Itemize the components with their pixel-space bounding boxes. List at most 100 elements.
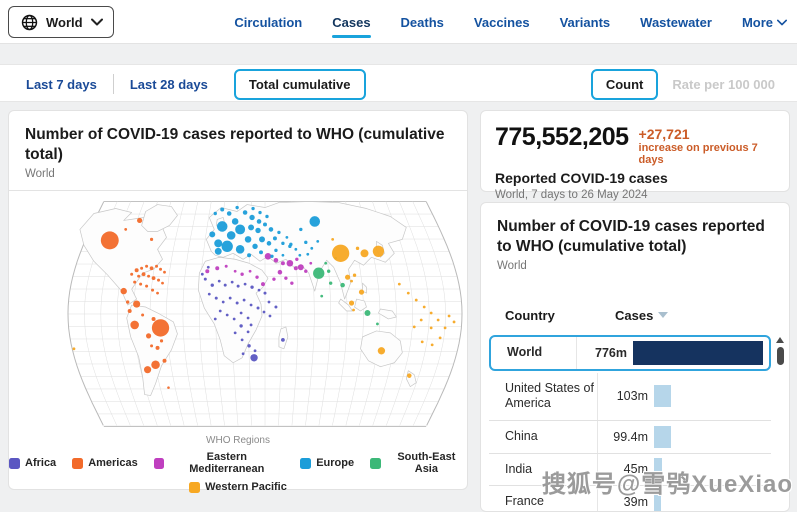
case-bubble-south-east-asia[interactable] <box>313 267 325 279</box>
case-bubble-europe[interactable] <box>285 235 289 239</box>
case-bubble-europe[interactable] <box>255 227 261 234</box>
case-bubble-europe[interactable] <box>252 243 258 250</box>
case-bubble-americas[interactable] <box>157 278 161 282</box>
case-bubble-europe[interactable] <box>221 240 233 253</box>
case-bubble-europe[interactable] <box>259 236 265 243</box>
case-bubble-americas[interactable] <box>162 358 167 363</box>
case-bubble-europe[interactable] <box>226 231 236 240</box>
case-bubble-europe[interactable] <box>309 216 321 227</box>
case-bubble-europe[interactable] <box>214 247 222 255</box>
case-bubble-south-east-asia[interactable] <box>328 281 333 285</box>
case-bubble-western-pacific[interactable] <box>438 336 442 340</box>
case-bubble-eastern-mediterranean[interactable] <box>286 259 294 267</box>
case-bubble-europe[interactable] <box>266 241 272 246</box>
case-bubble-americas[interactable] <box>145 264 149 268</box>
case-bubble-western-pacific[interactable] <box>72 347 76 351</box>
case-bubble-south-east-asia[interactable] <box>340 282 345 288</box>
case-bubble-south-east-asia[interactable] <box>376 322 379 326</box>
case-bubble-africa[interactable] <box>232 317 236 321</box>
nav-tab-vaccines[interactable]: Vaccines <box>474 11 530 34</box>
case-bubble-south-east-asia[interactable] <box>326 269 331 273</box>
case-bubble-europe[interactable] <box>265 214 269 219</box>
case-bubble-africa[interactable] <box>223 283 227 287</box>
case-bubble-europe[interactable] <box>316 239 320 243</box>
legend-item-africa[interactable]: Africa <box>9 451 56 475</box>
case-bubble-eastern-mediterranean[interactable] <box>284 276 288 280</box>
case-bubble-europe[interactable] <box>277 230 281 235</box>
case-bubble-eastern-mediterranean[interactable] <box>277 269 283 275</box>
case-bubble-eastern-mediterranean[interactable] <box>290 281 294 285</box>
case-bubble-europe[interactable] <box>251 206 255 211</box>
case-bubble-africa[interactable] <box>247 344 251 348</box>
case-bubble-africa[interactable] <box>210 283 214 287</box>
case-bubble-africa[interactable] <box>214 296 218 300</box>
case-bubble-europe[interactable] <box>272 236 277 241</box>
case-bubble-western-pacific[interactable] <box>443 326 447 330</box>
case-bubble-eastern-mediterranean[interactable] <box>309 261 313 265</box>
case-bubble-americas[interactable] <box>133 300 141 308</box>
case-bubble-americas[interactable] <box>137 274 141 278</box>
case-bubble-americas[interactable] <box>149 266 154 271</box>
case-bubble-western-pacific[interactable] <box>331 244 350 262</box>
case-bubble-south-east-asia[interactable] <box>364 310 371 316</box>
case-bubble-americas[interactable] <box>133 280 137 284</box>
case-bubble-africa[interactable] <box>235 301 239 305</box>
case-bubble-africa[interactable] <box>250 285 254 289</box>
case-bubble-africa[interactable] <box>249 323 253 327</box>
case-bubble-eastern-mediterranean[interactable] <box>205 269 210 274</box>
case-bubble-europe[interactable] <box>263 222 267 227</box>
case-bubble-africa[interactable] <box>200 272 204 276</box>
nav-tab-more[interactable]: More <box>742 11 787 34</box>
nav-tab-cases[interactable]: Cases <box>332 11 371 38</box>
case-bubble-europe[interactable] <box>281 241 285 246</box>
legend-item-eastern-mediterranean[interactable]: Eastern Mediterranean <box>153 451 284 475</box>
case-bubble-eastern-mediterranean[interactable] <box>224 264 228 268</box>
case-bubble-europe[interactable] <box>249 214 255 221</box>
table-row-world[interactable]: World 776m <box>489 335 771 371</box>
case-bubble-eastern-mediterranean[interactable] <box>215 266 220 271</box>
case-bubble-africa[interactable] <box>228 296 232 300</box>
case-bubble-eastern-mediterranean[interactable] <box>240 272 244 276</box>
case-bubble-americas[interactable] <box>139 282 143 286</box>
case-bubble-western-pacific[interactable] <box>350 279 353 283</box>
case-bubble-africa[interactable] <box>233 331 237 335</box>
case-bubble-americas[interactable] <box>130 320 139 330</box>
case-bubble-africa[interactable] <box>225 313 229 317</box>
case-bubble-europe[interactable] <box>242 210 248 215</box>
case-bubble-europe[interactable] <box>294 247 298 251</box>
case-bubble-africa[interactable] <box>250 354 258 362</box>
case-bubble-africa[interactable] <box>267 300 271 304</box>
case-bubble-africa[interactable] <box>263 291 267 295</box>
case-bubble-africa[interactable] <box>274 305 278 309</box>
case-bubble-south-east-asia[interactable] <box>320 294 324 298</box>
case-bubble-south-east-asia[interactable] <box>324 261 328 265</box>
case-bubble-africa[interactable] <box>253 349 257 353</box>
case-bubble-americas[interactable] <box>137 217 143 224</box>
case-bubble-americas[interactable] <box>141 272 146 277</box>
time-range-last-7-days[interactable]: Last 7 days <box>10 77 113 92</box>
case-bubble-europe[interactable] <box>231 218 239 225</box>
case-bubble-eastern-mediterranean[interactable] <box>304 269 308 273</box>
case-bubble-americas[interactable] <box>151 316 156 321</box>
case-bubble-africa[interactable] <box>262 310 266 314</box>
case-bubble-americas[interactable] <box>100 231 119 250</box>
case-bubble-western-pacific[interactable] <box>406 291 410 295</box>
case-bubble-africa[interactable] <box>218 309 222 313</box>
case-bubble-americas[interactable] <box>120 287 127 295</box>
case-bubble-americas[interactable] <box>156 291 159 295</box>
case-bubble-americas[interactable] <box>155 264 159 268</box>
case-bubble-americas[interactable] <box>159 339 164 343</box>
case-bubble-africa[interactable] <box>239 311 243 315</box>
scrollbar-thumb[interactable] <box>776 347 784 365</box>
nav-tab-deaths[interactable]: Deaths <box>401 11 444 34</box>
case-bubble-europe[interactable] <box>216 221 228 232</box>
case-bubble-africa[interactable] <box>241 352 245 356</box>
case-bubble-americas[interactable] <box>163 270 166 274</box>
case-bubble-europe[interactable] <box>304 240 308 245</box>
nav-tab-wastewater[interactable]: Wastewater <box>640 11 712 34</box>
case-bubble-western-pacific[interactable] <box>447 314 451 318</box>
case-bubble-americas[interactable] <box>145 333 152 339</box>
case-bubble-americas[interactable] <box>167 386 170 389</box>
case-bubble-western-pacific[interactable] <box>452 320 456 324</box>
region-selector[interactable]: World <box>8 6 114 38</box>
